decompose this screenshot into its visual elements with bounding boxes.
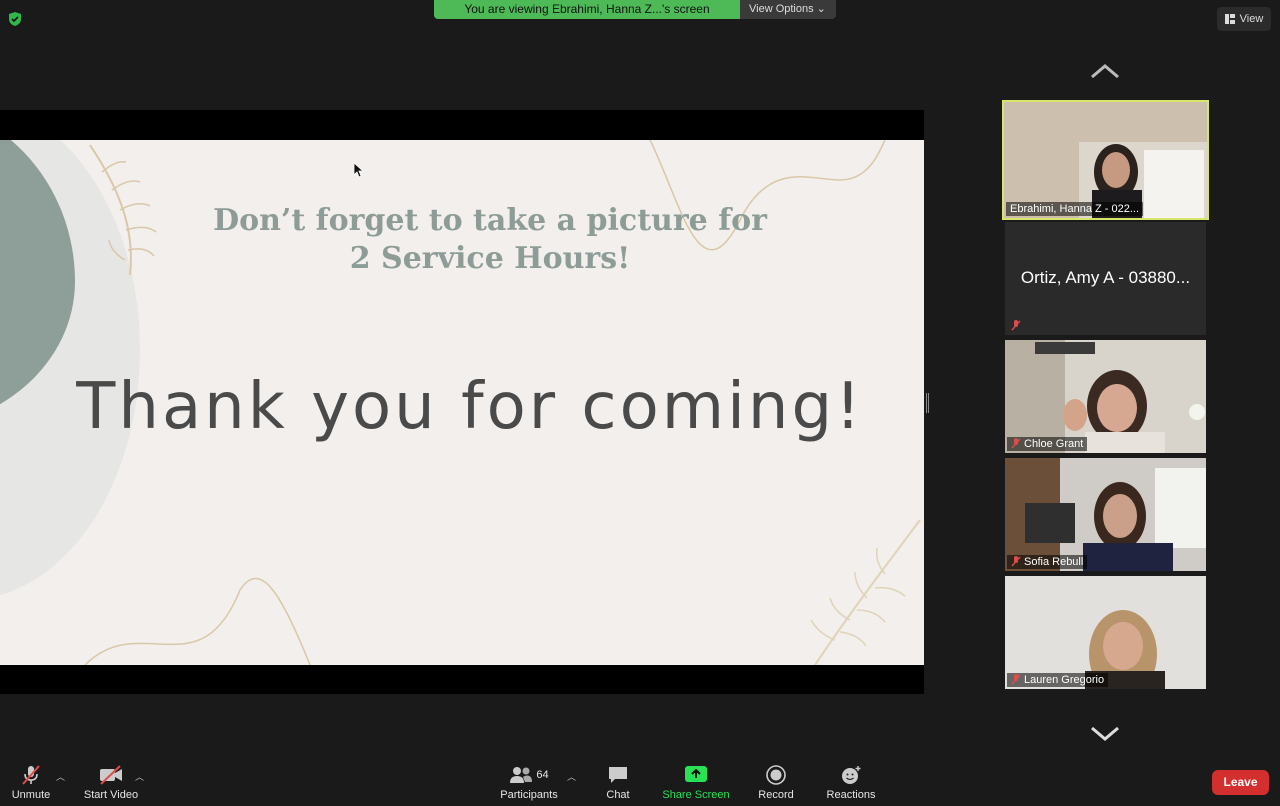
chevron-up-icon[interactable] xyxy=(1090,63,1120,79)
reactions-label: Reactions xyxy=(826,789,876,801)
shared-screen[interactable]: Don’t forget to take a picture for 2 Ser… xyxy=(0,110,924,694)
mic-muted-icon xyxy=(1011,674,1021,685)
presentation-slide: Don’t forget to take a picture for 2 Ser… xyxy=(0,140,924,665)
participants-caret-icon[interactable]: ︿ xyxy=(567,770,576,783)
mic-muted-icon xyxy=(1011,438,1021,449)
reactions-button[interactable]: Reactions xyxy=(822,764,880,801)
slide-headline: Thank you for coming! xyxy=(76,370,864,444)
leave-button[interactable]: Leave xyxy=(1212,770,1269,795)
record-button[interactable]: Record xyxy=(754,764,798,801)
participant-tile[interactable]: Chloe Grant xyxy=(1005,340,1206,453)
leaf-decoration-icon xyxy=(89,144,157,276)
unmute-button[interactable]: Unmute xyxy=(8,764,54,801)
record-icon xyxy=(766,765,786,785)
share-screen-button[interactable]: Share Screen xyxy=(660,764,732,801)
video-options-caret-icon[interactable]: ︿ xyxy=(135,770,144,783)
participant-label: Lauren Gregorio xyxy=(1007,673,1109,687)
slide-subtitle-line: 2 Service Hours! xyxy=(349,241,631,276)
unmute-label: Unmute xyxy=(11,789,51,801)
participant-muted-badge xyxy=(1007,319,1028,333)
curve-decoration xyxy=(84,577,311,665)
participants-count: 64 xyxy=(536,769,549,781)
share-screen-icon xyxy=(685,766,707,782)
start-video-button[interactable]: Start Video xyxy=(80,764,142,801)
audio-options-caret-icon[interactable]: ︿ xyxy=(56,770,65,783)
start-video-label: Start Video xyxy=(83,789,139,801)
slide-subtitle: Don’t forget to take a picture for 2 Ser… xyxy=(200,202,780,278)
participants-icon xyxy=(510,767,533,783)
mic-muted-icon xyxy=(22,765,40,785)
view-button[interactable]: View xyxy=(1217,7,1271,31)
participant-tile[interactable]: Ortiz, Amy A - 03880... xyxy=(1005,222,1206,335)
share-screen-label: Share Screen xyxy=(662,789,730,801)
mic-muted-icon xyxy=(1011,320,1021,331)
chat-button[interactable]: Chat xyxy=(600,764,636,801)
chevron-down-icon: ⌄ xyxy=(816,3,826,15)
mic-muted-icon xyxy=(1011,556,1021,567)
view-options-dropdown[interactable]: View Options ⌄ xyxy=(740,0,836,19)
video-off-icon xyxy=(100,765,122,785)
participants-button[interactable]: 64 Participants xyxy=(496,764,562,801)
participant-tile[interactable]: Lauren Gregorio xyxy=(1005,576,1206,689)
grid-view-icon xyxy=(1224,14,1235,24)
screen-share-banner: You are viewing Ebrahimi, Hanna Z...'s s… xyxy=(434,0,740,19)
chat-icon xyxy=(609,767,627,783)
participant-label: Sofia Rebull xyxy=(1007,555,1088,569)
participant-video xyxy=(1004,102,1207,218)
slide-subtitle-line: Don’t forget to take a picture for xyxy=(213,203,767,238)
reactions-icon xyxy=(842,766,861,784)
resize-handle[interactable] xyxy=(926,393,929,413)
view-options-label: View Options xyxy=(749,3,814,15)
leaf-decoration-icon xyxy=(810,519,921,665)
chevron-down-icon[interactable] xyxy=(1090,726,1120,742)
mouse-pointer-icon xyxy=(354,163,364,178)
record-label: Record xyxy=(758,789,794,801)
view-button-label: View xyxy=(1239,13,1264,25)
participant-name: Chloe Grant xyxy=(1024,438,1084,450)
participant-name: Lauren Gregorio xyxy=(1024,674,1105,686)
participant-name: Sofia Rebull xyxy=(1024,556,1084,568)
participant-name: Ebrahimi, Hanna Z - 022... xyxy=(1006,202,1144,216)
participant-tile[interactable]: Ebrahimi, Hanna Z - 022... xyxy=(1002,100,1209,220)
meeting-toolbar: Unmute ︿ Start Video ︿ 64 Participants ︿ xyxy=(0,758,1280,806)
participants-label: Participants xyxy=(500,789,558,801)
participant-tile[interactable]: Sofia Rebull xyxy=(1005,458,1206,571)
participant-label: Chloe Grant xyxy=(1007,437,1088,451)
security-shield-icon[interactable] xyxy=(7,11,23,27)
participant-name: Ortiz, Amy A - 03880... xyxy=(1020,268,1191,287)
chat-label: Chat xyxy=(606,789,630,801)
